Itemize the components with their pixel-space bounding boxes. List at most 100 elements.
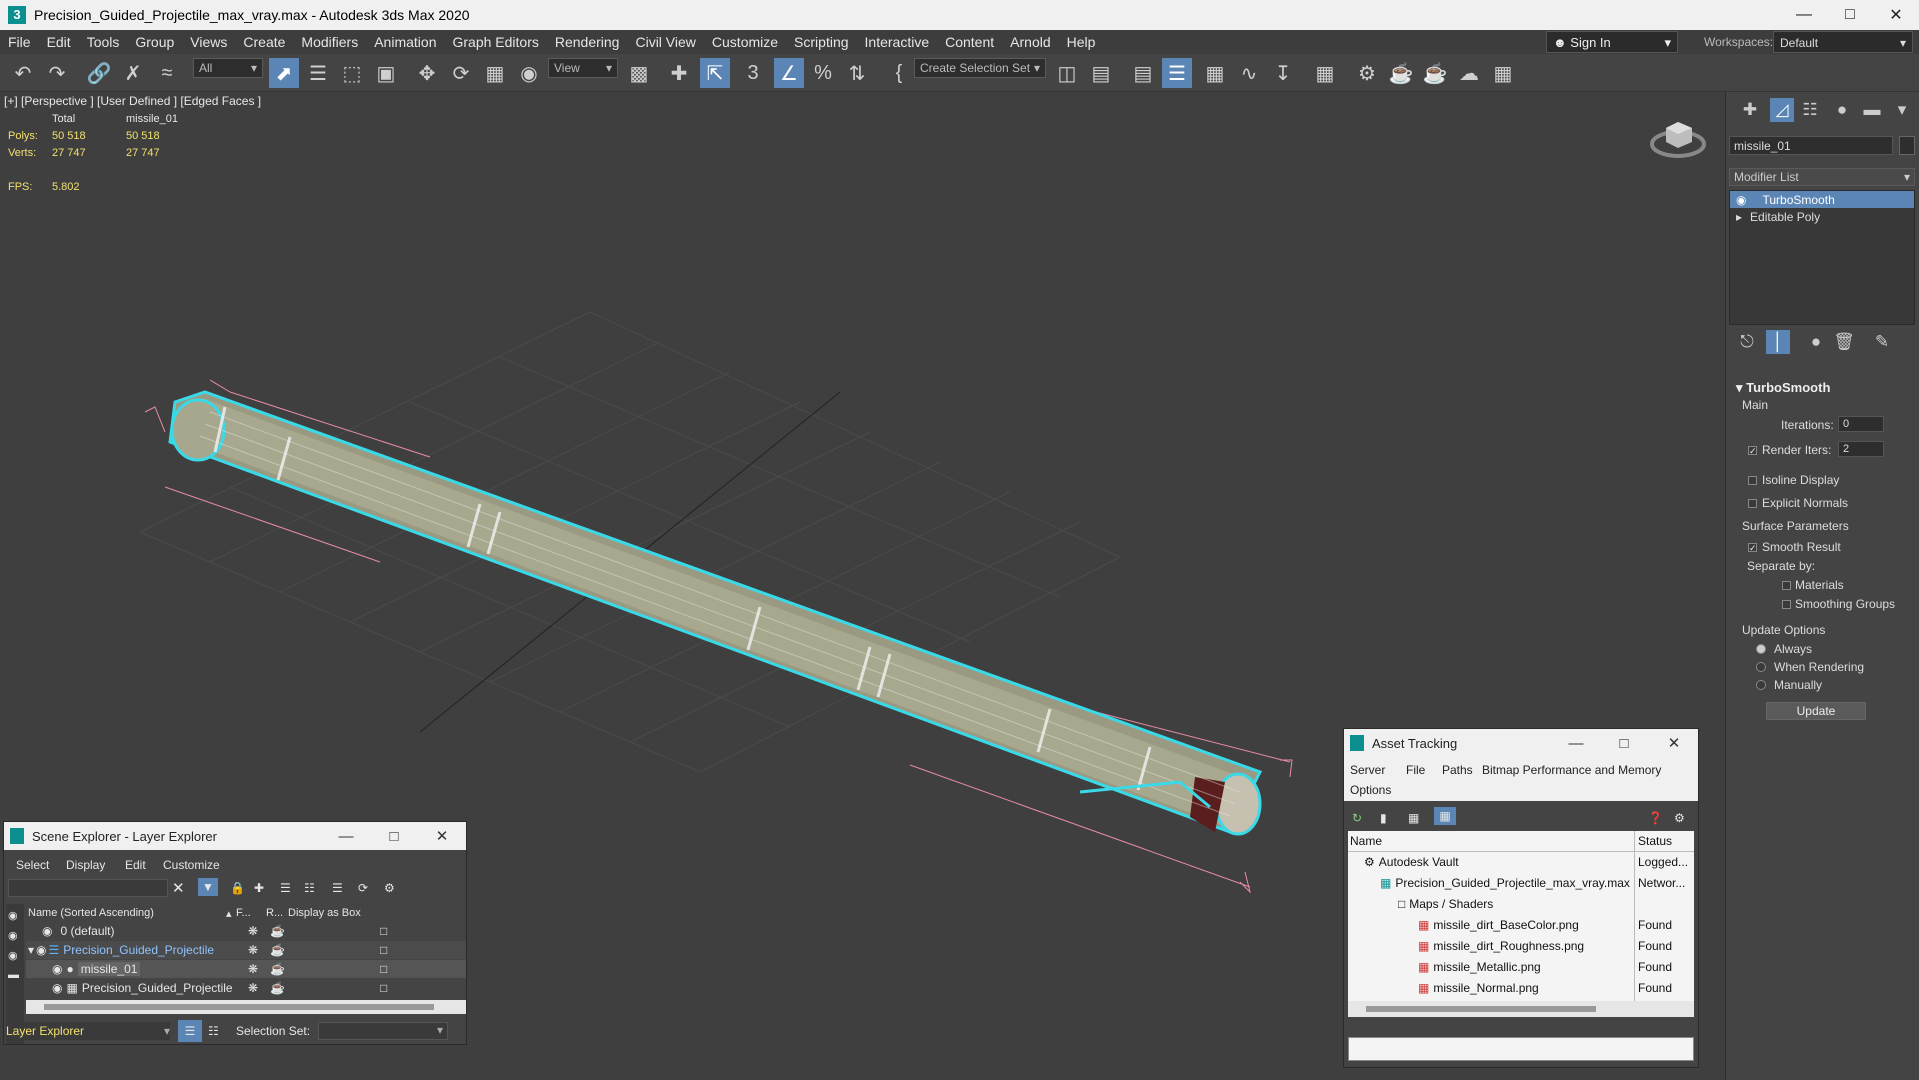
scrollbar-thumb[interactable] [1366, 1006, 1596, 1012]
close-icon[interactable]: ✕ [1873, 0, 1919, 30]
placement-icon[interactable]: ◉ [514, 58, 544, 88]
box-icon[interactable]: □ [380, 924, 387, 938]
move-icon[interactable]: ✥ [412, 58, 442, 88]
remove-modifier-icon[interactable]: 🗑 [1832, 330, 1856, 354]
layer-explorer-icon[interactable]: ☰ [1162, 58, 1192, 88]
manually-radio[interactable] [1756, 680, 1766, 690]
table-view-icon[interactable]: ▦ [1408, 809, 1419, 827]
reference-coordinate-select[interactable]: View ▾ [548, 58, 618, 78]
table-row[interactable]: ▦ missile_Normal.png [1418, 979, 1539, 997]
layers-icon[interactable]: ☰ [280, 879, 291, 897]
column-name-header[interactable]: Name [1350, 832, 1382, 850]
sign-in-dropdown[interactable]: ☻ Sign In ▾ [1546, 31, 1678, 53]
box-icon[interactable]: □ [380, 943, 387, 957]
close-icon[interactable]: ✕ [422, 822, 462, 850]
align-icon[interactable]: ▤ [1086, 58, 1116, 88]
collapse-icon[interactable]: ▾ [28, 943, 34, 957]
render-iters-checkbox[interactable]: ✓ [1748, 446, 1757, 456]
when-rendering-radio[interactable] [1756, 662, 1766, 672]
settings-icon[interactable]: ⚙ [384, 879, 395, 897]
keyboard-shortcut-override-icon[interactable]: ✚ [664, 58, 694, 88]
grid-view-icon[interactable]: ▦ [1434, 807, 1456, 825]
toggle-ribbon-icon[interactable]: ▦ [1200, 58, 1230, 88]
display-cameras-icon[interactable]: ▬ [8, 966, 19, 984]
stack-item-editable-poly[interactable]: ▸ Editable Poly [1730, 208, 1914, 225]
column-status-header[interactable]: Status [1638, 832, 1672, 850]
eye-icon[interactable]: ◉ [1736, 193, 1746, 207]
horizontal-scrollbar[interactable] [1348, 1001, 1694, 1017]
explorer-search-input[interactable] [8, 879, 168, 897]
eye-icon[interactable]: ◉ [52, 962, 62, 976]
menu-create[interactable]: Create [235, 34, 293, 50]
always-radio[interactable] [1756, 644, 1766, 654]
eye-icon[interactable]: ◉ [42, 924, 52, 938]
column-freeze-header[interactable]: F... [236, 904, 251, 922]
explorer-menu-customize[interactable]: Customize [163, 856, 220, 874]
object-color-swatch[interactable] [1899, 136, 1915, 155]
list-view-icon[interactable]: ▮ [1380, 809, 1387, 827]
lock-icon[interactable]: 🔒 [230, 879, 245, 897]
rotate-icon[interactable]: ⟳ [446, 58, 476, 88]
a360-gallery-icon[interactable]: ▦ [1488, 58, 1518, 88]
layers-toggle-icon[interactable]: ☰ [178, 1020, 202, 1042]
minimize-icon[interactable]: — [1781, 0, 1827, 30]
table-row[interactable]: ▦ Precision_Guided_Projectile_max_vray.ma… [1380, 874, 1630, 892]
render-setup-icon[interactable]: ⚙ [1352, 58, 1382, 88]
scale-icon[interactable]: ▦ [480, 58, 510, 88]
pin-stack-icon[interactable]: ⎋ [1735, 330, 1759, 354]
angle-snap-icon[interactable]: ∠ [774, 58, 804, 88]
menu-customize[interactable]: Customize [704, 34, 786, 50]
rendered-frame-window-icon[interactable]: ☕ [1386, 58, 1416, 88]
asset-menu-server[interactable]: Server [1350, 761, 1385, 779]
asset-path-field[interactable] [1348, 1037, 1694, 1061]
minimize-icon[interactable]: — [1556, 729, 1596, 757]
column-render-header[interactable]: R... [266, 904, 283, 922]
edit-named-selection-icon[interactable]: { [884, 58, 914, 88]
table-row[interactable]: ▦ missile_dirt_Roughness.png [1418, 937, 1584, 955]
viewcube-icon[interactable] [1648, 112, 1708, 162]
explicit-normals-checkbox[interactable] [1748, 499, 1757, 508]
update-button[interactable]: Update [1766, 702, 1866, 720]
stack-icon[interactable]: ☰ [332, 879, 343, 897]
display-geometry-icon[interactable]: ◉ [8, 926, 18, 944]
refresh-icon[interactable]: ↻ [1352, 809, 1362, 827]
turbosmooth-rollout-title[interactable]: ▾ TurboSmooth [1736, 380, 1830, 396]
pivot-center-icon[interactable]: ▩ [624, 58, 654, 88]
display-objects-icon[interactable]: ◉ [8, 906, 18, 924]
menu-graph-editors[interactable]: Graph Editors [444, 34, 546, 50]
materials-checkbox[interactable] [1782, 581, 1791, 590]
create-tab-icon[interactable]: ✚ [1738, 98, 1762, 122]
explorer-type-select[interactable]: Layer Explorer ▾ [6, 1022, 170, 1040]
render-icon[interactable]: ☕ [270, 962, 285, 976]
snaps-toggle-icon[interactable]: 3 [738, 58, 768, 88]
menu-group[interactable]: Group [127, 34, 182, 50]
asset-tracking-titlebar[interactable]: Asset Tracking — □ ✕ [1344, 729, 1698, 757]
minimize-icon[interactable]: — [326, 822, 366, 850]
settings-icon[interactable]: ⚙ [1674, 809, 1685, 827]
link-icon[interactable]: 🔗 [84, 58, 114, 88]
freeze-icon[interactable]: ❋ [248, 962, 258, 976]
menu-views[interactable]: Views [182, 34, 235, 50]
make-unique-icon[interactable]: ● [1804, 330, 1828, 354]
redo-icon[interactable]: ↷ [42, 58, 72, 88]
maximize-icon[interactable]: □ [374, 822, 414, 850]
hierarchy-icon[interactable]: ☷ [304, 879, 315, 897]
render-in-cloud-icon[interactable]: ☁ [1454, 58, 1484, 88]
modify-tab-icon[interactable]: ◿ [1770, 98, 1794, 122]
clear-search-icon[interactable]: ✕ [172, 879, 185, 897]
missile-model[interactable] [168, 390, 1263, 836]
table-row[interactable]: ◉ ● missile_01 ❋ ☕ □ [26, 960, 466, 978]
isoline-display-checkbox[interactable] [1748, 476, 1757, 485]
workspace-select[interactable]: Default ▾ [1773, 31, 1913, 53]
eye-icon[interactable]: ◉ [52, 981, 62, 995]
table-row[interactable]: □ Maps / Shaders [1398, 895, 1493, 913]
table-row[interactable]: ◉ ▦ Precision_Guided_Projectile ❋ ☕ □ [26, 979, 466, 997]
filter-icon[interactable]: ▼ [198, 878, 218, 896]
snap-toggle-icon[interactable]: ⇱ [700, 58, 730, 88]
menu-scripting[interactable]: Scripting [786, 34, 856, 50]
freeze-icon[interactable]: ❋ [248, 981, 258, 995]
scrollbar-thumb[interactable] [44, 1004, 434, 1010]
asset-menu-file[interactable]: File [1406, 761, 1425, 779]
menu-interactive[interactable]: Interactive [857, 34, 938, 50]
scene-explorer-icon[interactable]: ▤ [1128, 58, 1158, 88]
